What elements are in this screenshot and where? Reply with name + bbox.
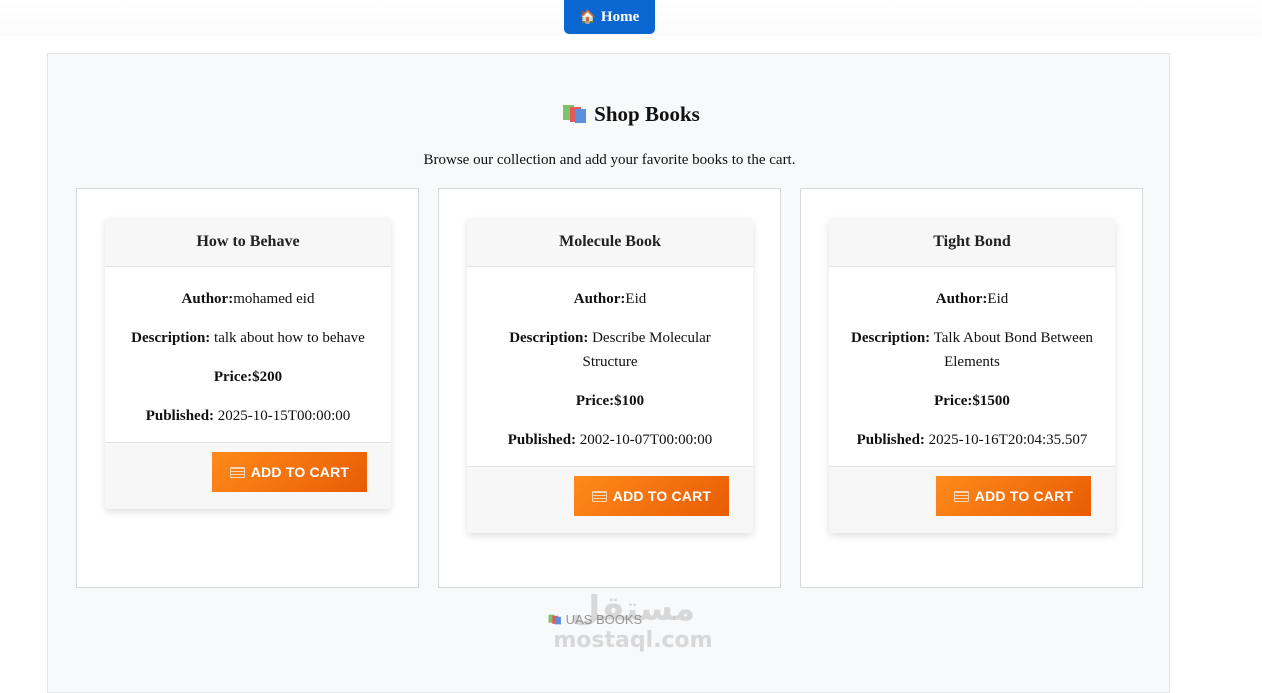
book-column: How to Behave Author:mohamed eid Descrip…	[76, 188, 419, 588]
book-author: Author:Eid	[485, 287, 735, 311]
add-to-cart-label: ADD TO CART	[974, 488, 1074, 504]
watermark: مستقل mostaql.com	[548, 590, 718, 660]
book-column: Molecule Book Author:Eid Description: De…	[438, 188, 781, 588]
book-price: Price:$100	[485, 389, 735, 413]
book-author: Author:mohamed eid	[123, 287, 373, 311]
description-value: Talk About Bond Between Elements	[933, 330, 1093, 370]
author-value: Eid	[987, 291, 1009, 307]
published-value: 2025-10-16T20:04:35.507	[928, 432, 1088, 448]
book-price: Price:$200	[123, 365, 373, 389]
books-icon	[563, 105, 587, 123]
add-to-cart-button[interactable]: ADD TO CART	[212, 452, 367, 492]
book-details: Author:Eid Description: Talk About Bond …	[829, 267, 1115, 466]
author-label: Author:	[935, 291, 988, 307]
add-to-cart-label: ADD TO CART	[612, 488, 712, 504]
price-value: Price:$200	[213, 369, 283, 385]
book-card: Tight Bond Author:Eid Description: Talk …	[829, 218, 1115, 533]
description-value: Describe Molecular Structure	[582, 330, 711, 370]
book-title: Molecule Book	[467, 218, 753, 267]
add-to-cart-button[interactable]: ADD TO CART	[936, 476, 1091, 516]
description-label: Description:	[509, 330, 589, 346]
card-footer: ADD TO CART	[105, 442, 391, 509]
book-column: Tight Bond Author:Eid Description: Talk …	[800, 188, 1143, 588]
price-value: Price:$1500	[934, 393, 1010, 409]
add-to-cart-button[interactable]: ADD TO CART	[574, 476, 729, 516]
card-footer: ADD TO CART	[829, 466, 1115, 533]
book-price: Price:$1500	[847, 389, 1097, 413]
card-footer: ADD TO CART	[467, 466, 753, 533]
add-to-cart-label: ADD TO CART	[250, 464, 350, 480]
author-label: Author:	[181, 291, 234, 307]
cart-icon	[953, 490, 969, 502]
home-button[interactable]: 🏠 Home	[564, 0, 655, 34]
book-card: Molecule Book Author:Eid Description: De…	[467, 218, 753, 533]
description-value: talk about how to behave	[214, 330, 365, 346]
published-label: Published:	[856, 432, 925, 448]
book-published: Published: 2025-10-16T20:04:35.507	[847, 428, 1097, 452]
author-value: mohamed eid	[233, 291, 315, 307]
author-value: Eid	[625, 291, 647, 307]
book-card: How to Behave Author:mohamed eid Descrip…	[105, 218, 391, 509]
description-label: Description:	[851, 330, 931, 346]
published-label: Published:	[507, 432, 577, 448]
published-value: 2025-10-15T00:00:00	[217, 408, 351, 424]
page-title-text: Shop Books	[594, 102, 700, 126]
author-label: Author:	[573, 291, 626, 307]
home-button-label: Home	[600, 8, 640, 25]
watermark-latin: mostaql.com	[553, 628, 713, 653]
cart-icon	[229, 466, 245, 478]
book-details: Author:Eid Description: Describe Molecul…	[467, 267, 753, 466]
book-published: Published: 2002-10-07T00:00:00	[485, 428, 735, 452]
published-value: 2002-10-07T00:00:00	[579, 432, 713, 448]
book-details: Author:mohamed eid Description: talk abo…	[105, 267, 391, 442]
book-published: Published: 2025-10-15T00:00:00	[123, 404, 373, 428]
published-label: Published:	[145, 408, 215, 424]
book-title: Tight Bond	[829, 218, 1115, 267]
page-subtitle: Browse our collection and add your favor…	[423, 152, 796, 168]
book-description: Description: Describe Molecular Structur…	[485, 326, 735, 374]
book-title: How to Behave	[105, 218, 391, 267]
book-author: Author:Eid	[847, 287, 1097, 311]
cart-icon	[591, 490, 607, 502]
book-description: Description: talk about how to behave	[123, 326, 373, 350]
book-description: Description: Talk About Bond Between Ele…	[847, 326, 1097, 374]
price-value: Price:$100	[575, 393, 645, 409]
house-icon: 🏠	[579, 9, 596, 24]
page-title: Shop Books	[0, 102, 1262, 127]
description-label: Description:	[131, 330, 211, 346]
watermark-arabic: مستقل	[570, 589, 696, 629]
